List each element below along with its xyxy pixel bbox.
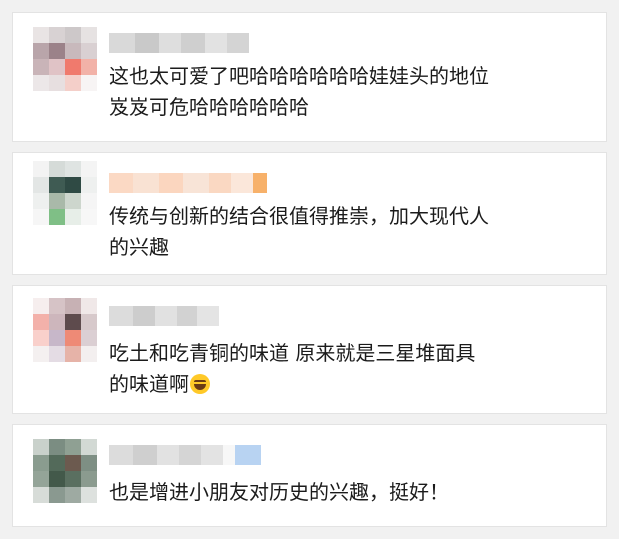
comment-card: 传统与创新的结合很值得推崇，加大现代人 的兴趣 [12,152,607,275]
avatar[interactable] [33,439,97,503]
username-blurred[interactable] [109,33,249,53]
comment-line: 岌岌可危哈哈哈哈哈哈 [109,95,309,119]
comment-text: 这也太可爱了吧哈哈哈哈哈哈娃娃头的地位 岌岌可危哈哈哈哈哈哈 [109,61,596,123]
avatar[interactable] [33,161,97,225]
username-blurred[interactable] [109,445,261,465]
comment-line: 的兴趣 [109,235,169,259]
username-blurred[interactable] [109,306,219,326]
avatar[interactable] [33,27,97,91]
avatar[interactable] [33,298,97,362]
comment-card: 这也太可爱了吧哈哈哈哈哈哈娃娃头的地位 岌岌可危哈哈哈哈哈哈 [12,12,607,142]
comment-line: 吃土和吃青铜的味道 原来就是三星堆面具 [109,341,476,365]
comment-card: 吃土和吃青铜的味道 原来就是三星堆面具 的味道啊 [12,285,607,414]
comment-text: 传统与创新的结合很值得推崇，加大现代人 的兴趣 [109,201,596,263]
comment-line: 也是增进小朋友对历史的兴趣，挺好！ [109,480,449,504]
comment-text: 也是增进小朋友对历史的兴趣，挺好！ [109,477,596,508]
username-blurred[interactable] [109,173,279,193]
comment-line: 传统与创新的结合很值得推崇，加大现代人 [109,204,489,228]
comment-line: 这也太可爱了吧哈哈哈哈哈哈娃娃头的地位 [109,64,489,88]
comment-text: 吃土和吃青铜的味道 原来就是三星堆面具 的味道啊 [109,338,596,400]
comment-feed: 这也太可爱了吧哈哈哈哈哈哈娃娃头的地位 岌岌可危哈哈哈哈哈哈 传统与创新的结合很… [0,0,619,539]
comment-card: 也是增进小朋友对历史的兴趣，挺好！ [12,424,607,527]
laughing-tears-emoji-icon [190,374,210,394]
comment-line: 的味道啊 [109,372,189,396]
